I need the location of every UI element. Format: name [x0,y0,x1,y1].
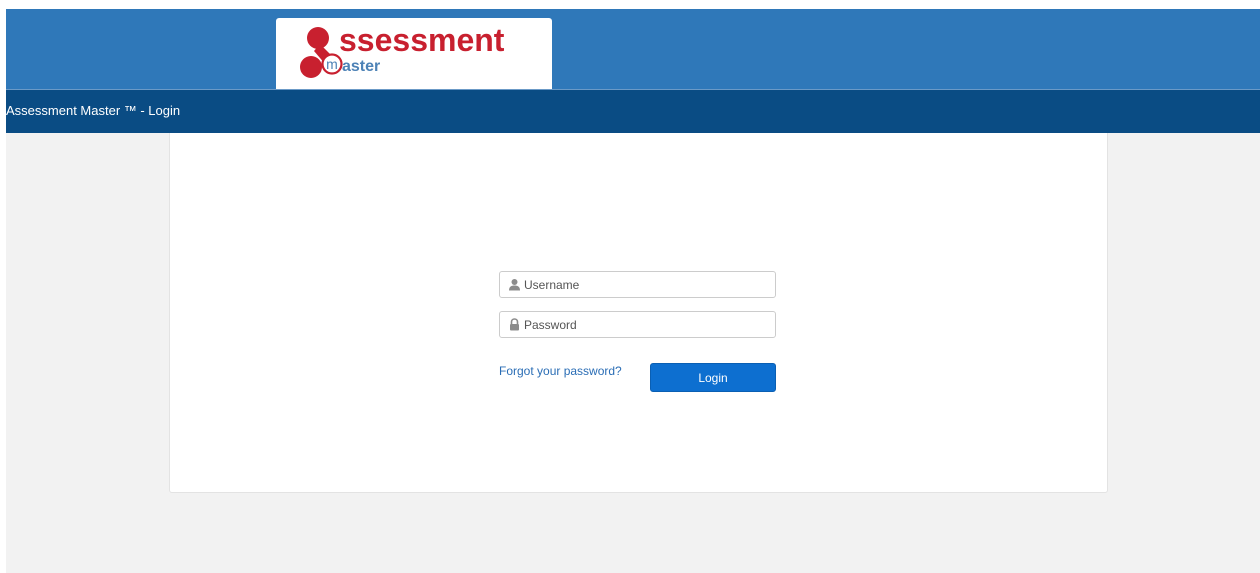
login-panel: Forgot your password? Login [169,133,1108,493]
logo-word: ssessment [339,22,505,58]
lock-icon [510,318,519,331]
password-input[interactable] [524,315,769,334]
forgot-password-link[interactable]: Forgot your password? [499,364,622,378]
page: m ssessment aster Assessment Master ™ - … [6,9,1260,573]
title-bar: Assessment Master ™ - Login [6,89,1260,133]
password-field[interactable] [499,311,776,338]
page-title: Assessment Master ™ - Login [6,103,181,118]
user-icon [509,279,520,291]
login-button[interactable]: Login [650,363,776,392]
logo-initial: m [326,56,338,72]
logo: m ssessment aster [276,18,552,89]
logo-sub-word: aster [342,58,380,75]
top-banner: m ssessment aster [6,9,1260,89]
username-input[interactable] [524,275,769,294]
username-field[interactable] [499,271,776,298]
assessment-master-logo: m ssessment aster [300,22,505,78]
